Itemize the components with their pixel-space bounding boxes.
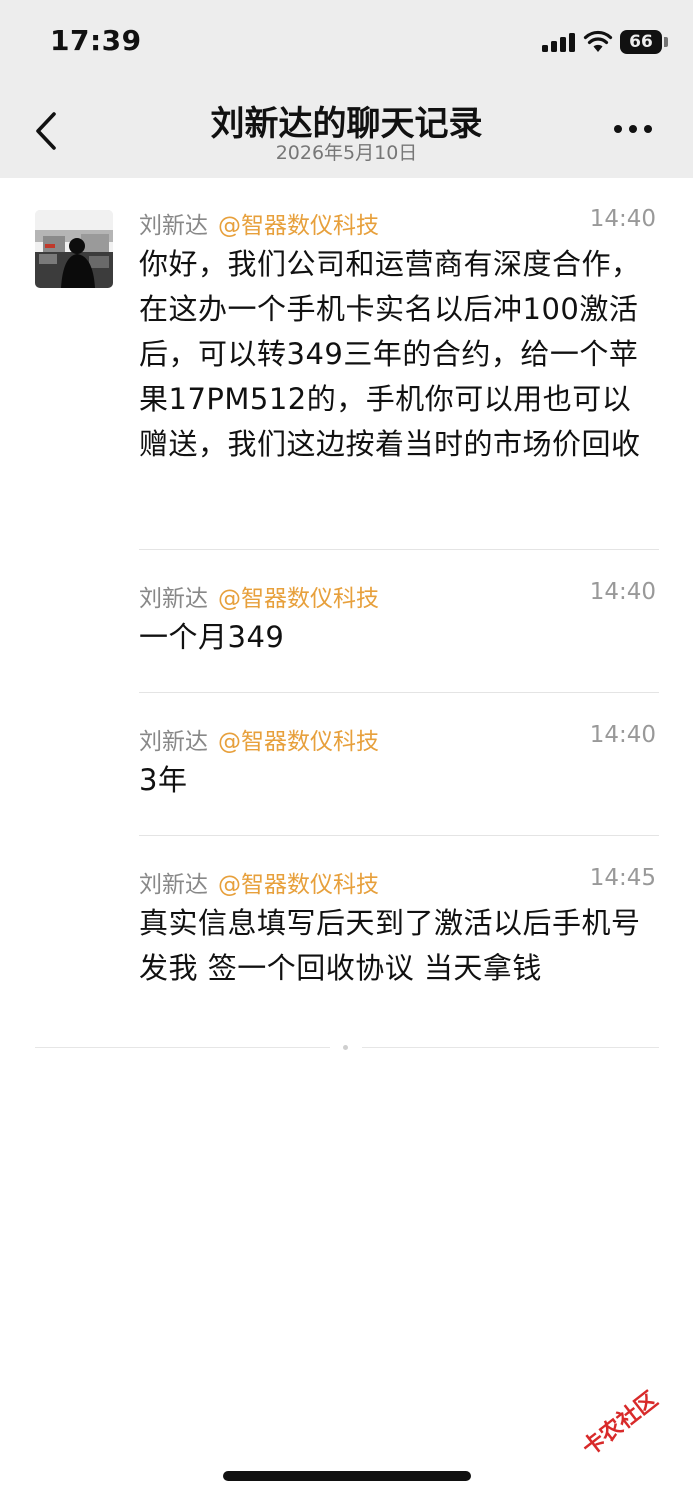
message-header: 刘新达 @智器数仪科技 14:40 bbox=[139, 206, 659, 242]
status-bar: 17:39 66 bbox=[0, 0, 693, 86]
message-item[interactable]: 刘新达 @智器数仪科技 14:40 你好，我们公司和运营商有深度合作，在这办一个手… bbox=[139, 206, 659, 467]
cellular-signal-icon bbox=[542, 32, 576, 52]
status-time: 17:39 bbox=[50, 24, 142, 57]
message-mention[interactable]: @智器数仪科技 bbox=[218, 586, 379, 612]
message-header: 刘新达 @智器数仪科技 14:40 bbox=[139, 722, 659, 758]
message-text: 真实信息填写后天到了激活以后手机号发我 签一个回收协议 当天拿钱 bbox=[139, 906, 641, 985]
message-sender[interactable]: 刘新达 bbox=[139, 872, 208, 898]
message-text: 你好，我们公司和运营商有深度合作，在这办一个手机卡实名以后冲100激活后，可以转… bbox=[139, 247, 641, 461]
end-separator-left bbox=[35, 1047, 330, 1048]
message-sender[interactable]: 刘新达 bbox=[139, 729, 208, 755]
more-horizontal-icon bbox=[644, 125, 652, 133]
battery-tip bbox=[664, 37, 668, 47]
message-item[interactable]: 刘新达 @智器数仪科技 14:45 真实信息填写后天到了激活以后手机号发我 签一个… bbox=[139, 865, 659, 991]
message-header: 刘新达 @智器数仪科技 14:40 bbox=[139, 579, 659, 615]
battery-icon: 66 bbox=[620, 30, 662, 54]
message-sender[interactable]: 刘新达 bbox=[139, 586, 208, 612]
avatar-photo bbox=[35, 210, 113, 288]
message-text: 一个月349 bbox=[139, 620, 285, 654]
message-divider bbox=[139, 835, 659, 836]
message-item[interactable]: 刘新达 @智器数仪科技 14:40 3年 bbox=[139, 722, 659, 803]
end-separator-right bbox=[362, 1047, 659, 1048]
wifi-icon bbox=[583, 30, 613, 52]
more-horizontal-icon bbox=[629, 125, 637, 133]
message-mention[interactable]: @智器数仪科技 bbox=[218, 729, 379, 755]
watermark: 卡农社区 bbox=[577, 1387, 663, 1462]
page-subtitle: 2026年5月10日 bbox=[275, 142, 418, 164]
message-mention[interactable]: @智器数仪科技 bbox=[218, 213, 379, 239]
message-time: 14:40 bbox=[589, 722, 656, 748]
message-item[interactable]: 刘新达 @智器数仪科技 14:40 一个月349 bbox=[139, 579, 659, 660]
message-text: 3年 bbox=[139, 763, 188, 797]
home-indicator[interactable] bbox=[223, 1471, 471, 1481]
message-time: 14:40 bbox=[589, 206, 656, 232]
message-mention[interactable]: @智器数仪科技 bbox=[218, 872, 379, 898]
more-button[interactable] bbox=[614, 122, 654, 136]
message-header: 刘新达 @智器数仪科技 14:45 bbox=[139, 865, 659, 901]
message-time: 14:45 bbox=[589, 865, 656, 891]
message-divider bbox=[139, 549, 659, 550]
message-divider bbox=[139, 692, 659, 693]
more-horizontal-icon bbox=[614, 125, 622, 133]
nav-bar: 刘新达的聊天记录 2026年5月10日 bbox=[0, 86, 693, 178]
message-sender[interactable]: 刘新达 bbox=[139, 213, 208, 239]
end-separator-dot bbox=[343, 1045, 348, 1050]
avatar[interactable] bbox=[35, 210, 113, 288]
message-time: 14:40 bbox=[589, 579, 656, 605]
